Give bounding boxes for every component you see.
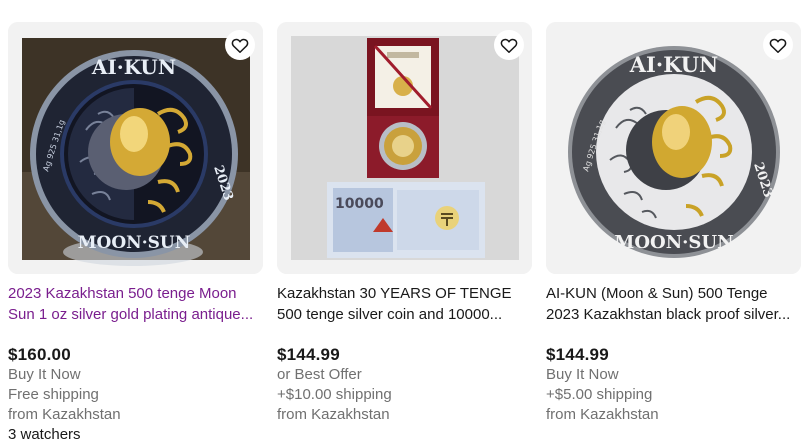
coin-bottom-inscription: MOON·SUN xyxy=(78,233,191,253)
watch-button[interactable] xyxy=(494,30,524,60)
listing-title-line2: 2023 Kazakhstan black proof silver... xyxy=(546,306,791,323)
heart-icon xyxy=(769,38,787,53)
coin-bottom-inscription: MOON·SUN xyxy=(614,232,733,253)
coin-top-inscription: AI·KUN xyxy=(629,52,718,77)
buying-format: or Best Offer xyxy=(277,366,362,383)
listing-image[interactable]: AI·KUN MOON·SUN 2023 Ag 925 31,1g xyxy=(546,22,801,274)
listing-title-line1: Kazakhstan 30 YEARS OF TENGE xyxy=(277,285,512,302)
item-location: from Kazakhstan xyxy=(8,406,121,423)
coin-photo: AI·KUN MOON·SUN 2023 Ag 925 31,1g xyxy=(546,22,801,274)
coin-top-inscription: AI·KUN xyxy=(91,55,176,79)
item-location: from Kazakhstan xyxy=(277,406,390,423)
banknote-denomination: 10000 xyxy=(335,196,384,212)
buying-format: Buy It Now xyxy=(8,366,81,383)
watchers-count: 3 watchers xyxy=(8,426,81,443)
listing-title-link[interactable]: 2023 Kazakhstan 500 tenge Moon Sun 1 oz … xyxy=(8,283,260,325)
listing-image[interactable]: AI·KUN MOON·SUN 2023 Ag 925 31,1g xyxy=(8,22,263,274)
listing-title-line1: 2023 Kazakhstan 500 tenge Moon xyxy=(8,285,237,302)
listing-title-link[interactable]: AI-KUN (Moon & Sun) 500 Tenge 2023 Kazak… xyxy=(546,283,798,325)
listing-price: $144.99 xyxy=(546,345,609,364)
watch-button[interactable] xyxy=(225,30,255,60)
listing-title-link[interactable]: Kazakhstan 30 YEARS OF TENGE 500 tenge s… xyxy=(277,283,529,325)
shipping-info: Free shipping xyxy=(8,386,99,403)
shipping-info: +$5.00 shipping xyxy=(546,386,653,403)
listing-image[interactable]: 10000 xyxy=(277,22,532,274)
heart-icon xyxy=(231,38,249,53)
coin-photo: AI·KUN MOON·SUN 2023 Ag 925 31,1g xyxy=(8,22,263,274)
listing-title-line1: AI-KUN (Moon & Sun) 500 Tenge xyxy=(546,285,768,302)
item-location: from Kazakhstan xyxy=(546,406,659,423)
listing-title-line2: 500 tenge silver coin and 10000... xyxy=(277,306,503,323)
listing-price: $144.99 xyxy=(277,345,340,364)
listing-price: $160.00 xyxy=(8,345,71,364)
heart-icon xyxy=(500,38,518,53)
buying-format: Buy It Now xyxy=(546,366,619,383)
shipping-info: +$10.00 shipping xyxy=(277,386,392,403)
listing-title-line2: Sun 1 oz silver gold plating antique... xyxy=(8,306,254,323)
watch-button[interactable] xyxy=(763,30,793,60)
coin-set-photo: 10000 xyxy=(277,22,532,274)
